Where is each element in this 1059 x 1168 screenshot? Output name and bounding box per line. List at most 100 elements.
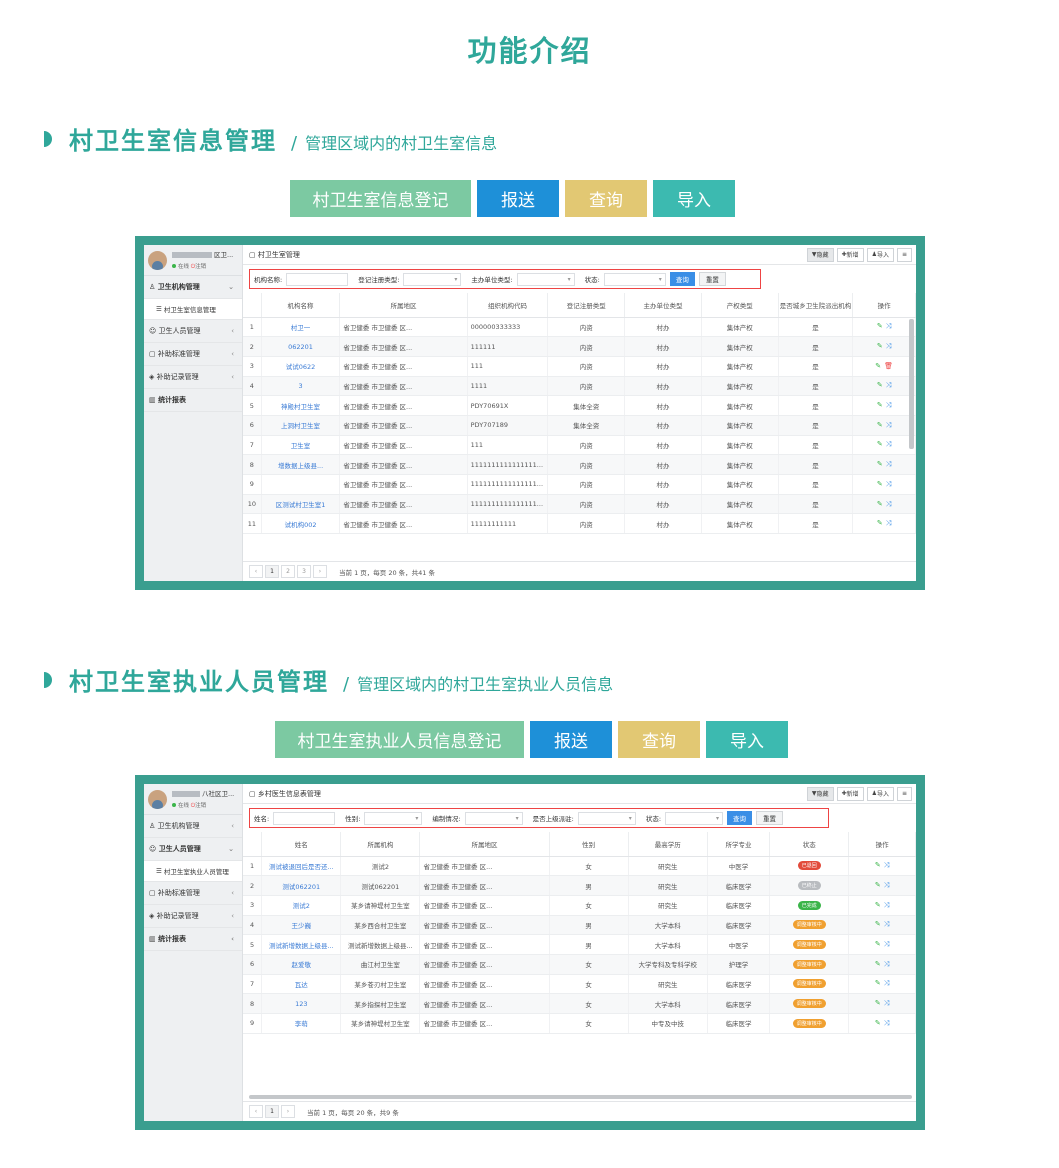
edit-icon[interactable]: ✎ — [877, 519, 883, 527]
table-row[interactable]: 3 测试2 某乡请神堤村卫生室 省卫健委 市卫健委 区... 女研究生 临床医学 已完成 ✎ ⤨ — [243, 895, 916, 916]
sidebar-subitem-clinic[interactable]: ☰ 村卫生室信息管理 — [144, 299, 242, 320]
table-row[interactable]: 7 瓦达 某乡苍刃村卫生室 省卫健委 市卫健委 区... 女研究生 临床医学 调整审核中 ✎ ⤨ — [243, 974, 916, 995]
table-row[interactable]: 5 测试新增数据上级县... 测试新增数据上级县... 省卫健委 市卫健委 区... 男… — [243, 934, 916, 955]
menu-icon[interactable]: ≡ — [896, 786, 912, 801]
shuffle-icon[interactable]: ⤨ — [884, 861, 890, 869]
reg-type-select[interactable]: ▾ — [403, 272, 462, 286]
page-1-button[interactable]: 1 — [265, 1105, 279, 1118]
sidebar-item-subsidy-rec[interactable]: ◈ 补助记录管理 ‹ — [144, 905, 242, 928]
shuffle-icon[interactable]: ⤨ — [884, 881, 890, 889]
edit-icon[interactable]: ✎ — [877, 480, 883, 488]
report-button[interactable]: 报送 — [530, 721, 612, 758]
status-select[interactable]: ▾ — [665, 811, 724, 825]
filter-reset-button[interactable]: 重置 — [756, 811, 784, 825]
table-row[interactable]: 10 区测试村卫生室1 省卫健委 市卫健委 区... 1111111111111111… — [243, 494, 916, 515]
upper-select[interactable]: ▾ — [577, 811, 636, 825]
logout-link[interactable]: 注销 — [195, 803, 206, 809]
table-row[interactable]: 2 测试062201 测试062201 省卫健委 市卫健委 区... 男研究生 临床医学已… — [243, 875, 916, 896]
import-button[interactable]: 导入 — [706, 721, 788, 758]
shuffle-icon[interactable]: ⤨ — [886, 322, 892, 330]
edit-icon[interactable]: ✎ — [877, 401, 883, 409]
shuffle-icon[interactable]: ⤨ — [886, 381, 892, 389]
shuffle-icon[interactable]: ⤨ — [886, 500, 892, 508]
shuffle-icon[interactable]: ⤨ — [886, 401, 892, 409]
sidebar-item-staff[interactable]: ☺ 卫生人员管理 ⌄ — [144, 838, 242, 861]
table-row[interactable]: 7 卫生室 省卫健委 市卫健委 区... 111 内资 村办 集体产权是 ✎ ⤨ — [243, 435, 916, 456]
name-input[interactable] — [273, 811, 336, 825]
edit-icon[interactable]: ✎ — [875, 920, 881, 928]
table-row[interactable]: 1 村卫一 省卫健委 市卫健委 区... 000000333333 内资 村办 集体产权是 ✎… — [243, 317, 916, 338]
edit-icon[interactable]: ✎ — [877, 381, 883, 389]
staffing-select[interactable]: ▾ — [464, 811, 523, 825]
register-button[interactable]: 村卫生室执业人员信息登记 — [275, 721, 524, 758]
sidebar-item-subsidy-rec[interactable]: ◈ 补助记录管理 ‹ — [144, 366, 242, 389]
import-button[interactable]: 导入 — [653, 180, 735, 217]
table-cell[interactable]: 卫生室 — [261, 435, 341, 456]
edit-icon[interactable]: ✎ — [875, 861, 881, 869]
edit-icon[interactable]: ✎ — [875, 881, 881, 889]
edit-icon[interactable]: ✎ — [877, 440, 883, 448]
menu-icon[interactable]: ≡ — [896, 247, 912, 262]
unit-type-select[interactable]: ▾ — [516, 272, 575, 286]
table-row[interactable]: 9 省卫健委 市卫健委 区... 1111111111111111... 内资 村办 集体… — [243, 474, 916, 495]
table-cell[interactable]: 062201 — [261, 336, 341, 357]
table-row[interactable]: 6 赵爱敬 曲江村卫生室 省卫健委 市卫健委 区... 女大学专科及专科学校 护理学 调整审… — [243, 954, 916, 975]
table-cell[interactable]: 瓦达 — [261, 974, 342, 995]
table-cell[interactable]: 增数据上级县... — [261, 454, 341, 475]
add-button[interactable]: ✚ 新增 — [836, 786, 864, 801]
table-cell[interactable]: 3 — [261, 376, 341, 397]
table-cell[interactable]: 测试新增数据上级县... — [261, 934, 342, 955]
table-row[interactable]: 11 试机构002 省卫健委 市卫健委 区... 11111111111 内资 村办 集体产… — [243, 513, 916, 535]
shuffle-icon[interactable]: ⤨ — [886, 342, 892, 350]
sidebar-item-subsidy-std[interactable]: ▢ 补助标准管理 ‹ — [144, 343, 242, 366]
table-row[interactable]: 5 神殿村卫生室 省卫健委 市卫健委 区... PDY70691X 集体全资 村办 集体产权… — [243, 395, 916, 416]
table-row[interactable]: 9 李萌 某乡请神堤村卫生室 省卫健委 市卫健委 区... 女中专及中技 临床医学 调整审核… — [243, 1013, 916, 1034]
add-button[interactable]: ✚ 新增 — [836, 247, 864, 262]
next-page-button[interactable]: › — [313, 565, 327, 578]
shuffle-icon[interactable]: ⤨ — [884, 940, 890, 948]
sidebar-subitem-staff[interactable]: ☰ 村卫生室执业人员管理 — [144, 861, 242, 882]
table-row[interactable]: 6 上洞村卫生室 省卫健委 市卫健委 区... PDY707189 集体全资 村办 集体产权… — [243, 415, 916, 436]
edit-icon[interactable]: ✎ — [877, 460, 883, 468]
sidebar-item-stats[interactable]: ▥ 统计报表 ‹ — [144, 928, 242, 951]
edit-icon[interactable]: ✎ — [877, 342, 883, 350]
sidebar-item-stats[interactable]: ▥ 统计报表 — [144, 389, 242, 412]
table-cell[interactable]: 123 — [261, 993, 342, 1014]
import-toolbar-button[interactable]: ♟ 导入 — [866, 247, 894, 262]
table-cell[interactable]: 试试0622 — [261, 356, 341, 377]
edit-icon[interactable]: ✎ — [877, 421, 883, 429]
query-button[interactable]: 查询 — [618, 721, 700, 758]
prev-page-button[interactable]: ‹ — [249, 565, 263, 578]
shuffle-icon[interactable]: ⤨ — [884, 979, 890, 987]
table-cell[interactable]: 试机构002 — [261, 513, 341, 535]
shuffle-icon[interactable]: ⤨ — [886, 480, 892, 488]
shuffle-icon[interactable]: ⤨ — [886, 519, 892, 527]
table-cell[interactable]: 测试2 — [261, 895, 342, 916]
sidebar-item-org[interactable]: ♙ 卫生机构管理 ⌄ — [144, 276, 242, 299]
shuffle-icon[interactable]: ⤨ — [886, 421, 892, 429]
table-row[interactable]: 3 试试0622 省卫健委 市卫健委 区... 111 内资 村办 集体产权是 ✎ 🗑 — [243, 356, 916, 377]
table-cell[interactable]: 王少巍 — [261, 915, 342, 936]
page-1-button[interactable]: 1 — [265, 565, 279, 578]
edit-icon[interactable]: ✎ — [877, 500, 883, 508]
shuffle-icon[interactable]: ⤨ — [884, 999, 890, 1007]
table-row[interactable]: 4 3 省卫健委 市卫健委 区... 1111 内资 村办 集体产权是 ✎ ⤨ — [243, 376, 916, 397]
table-row[interactable]: 1 测试被退回后是否还... 测试2 省卫健委 市卫健委 区... 女研究生 中医学 已退回… — [243, 856, 916, 877]
org-name-input[interactable] — [286, 272, 349, 286]
next-page-button[interactable]: › — [281, 1105, 295, 1118]
table-cell[interactable]: 赵爱敬 — [261, 954, 342, 975]
table-cell[interactable]: 测试被退回后是否还... — [261, 856, 342, 877]
shuffle-icon[interactable]: ⤨ — [886, 440, 892, 448]
sidebar-item-org[interactable]: ♙ 卫生机构管理 ‹ — [144, 815, 242, 838]
register-button[interactable]: 村卫生室信息登记 — [290, 180, 471, 217]
prev-page-button[interactable]: ‹ — [249, 1105, 263, 1118]
logout-link[interactable]: 注销 — [195, 264, 206, 270]
edit-icon[interactable]: ✎ — [875, 362, 881, 370]
status-select[interactable]: ▾ — [603, 272, 666, 286]
table-cell[interactable] — [261, 474, 341, 495]
edit-icon[interactable]: ✎ — [875, 1019, 881, 1027]
filter-query-button[interactable]: 查询 — [727, 811, 753, 825]
edit-icon[interactable]: ✎ — [875, 999, 881, 1007]
table-scrollbar[interactable] — [249, 1095, 912, 1099]
table-row[interactable]: 8 增数据上级县... 省卫健委 市卫健委 区... 1111111111111111… — [243, 454, 916, 475]
